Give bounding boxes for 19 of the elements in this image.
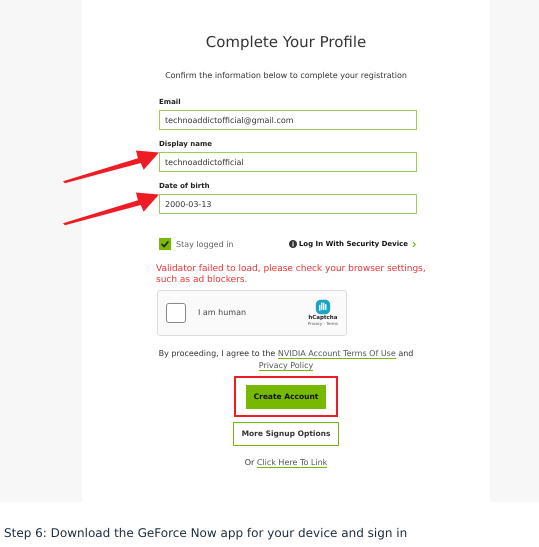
input-field[interactable]: technoaddictofficial	[159, 152, 417, 172]
info-icon	[288, 240, 297, 248]
privacy-link[interactable]: Privacy Policy	[258, 361, 314, 372]
link-here[interactable]: Click Here To Link	[256, 458, 328, 468]
checkbox-label: Stay logged in	[176, 240, 234, 248]
step-text: Step 6: Download the GeForce Now app for your device and sign in	[3, 526, 408, 540]
captcha-checkbox[interactable]	[166, 302, 186, 323]
subtitle: Confirm the information below to complete your registration	[165, 71, 407, 80]
input-field[interactable]: 2000-03-13	[159, 194, 417, 214]
input-field[interactable]: technoaddictofficial@gmail.com	[159, 110, 417, 130]
hand-logo-icon	[314, 299, 331, 316]
link-text: Or Click Here To Link	[244, 458, 328, 467]
agreement-text: By proceeding, I agree to the NVIDIA Account Terms Of Use and Privacy Policy	[158, 348, 414, 374]
terms-link[interactable]: NVIDIA Account Terms Of Use	[278, 348, 396, 359]
error-message: Validator failed to load, please check your browser settings, such as ad blockers.	[156, 264, 426, 286]
page-title: Complete Your Profile	[206, 33, 366, 51]
captcha-label: I am human	[198, 308, 248, 318]
chevron-icon	[412, 240, 417, 248]
checkbox[interactable]	[159, 238, 171, 250]
